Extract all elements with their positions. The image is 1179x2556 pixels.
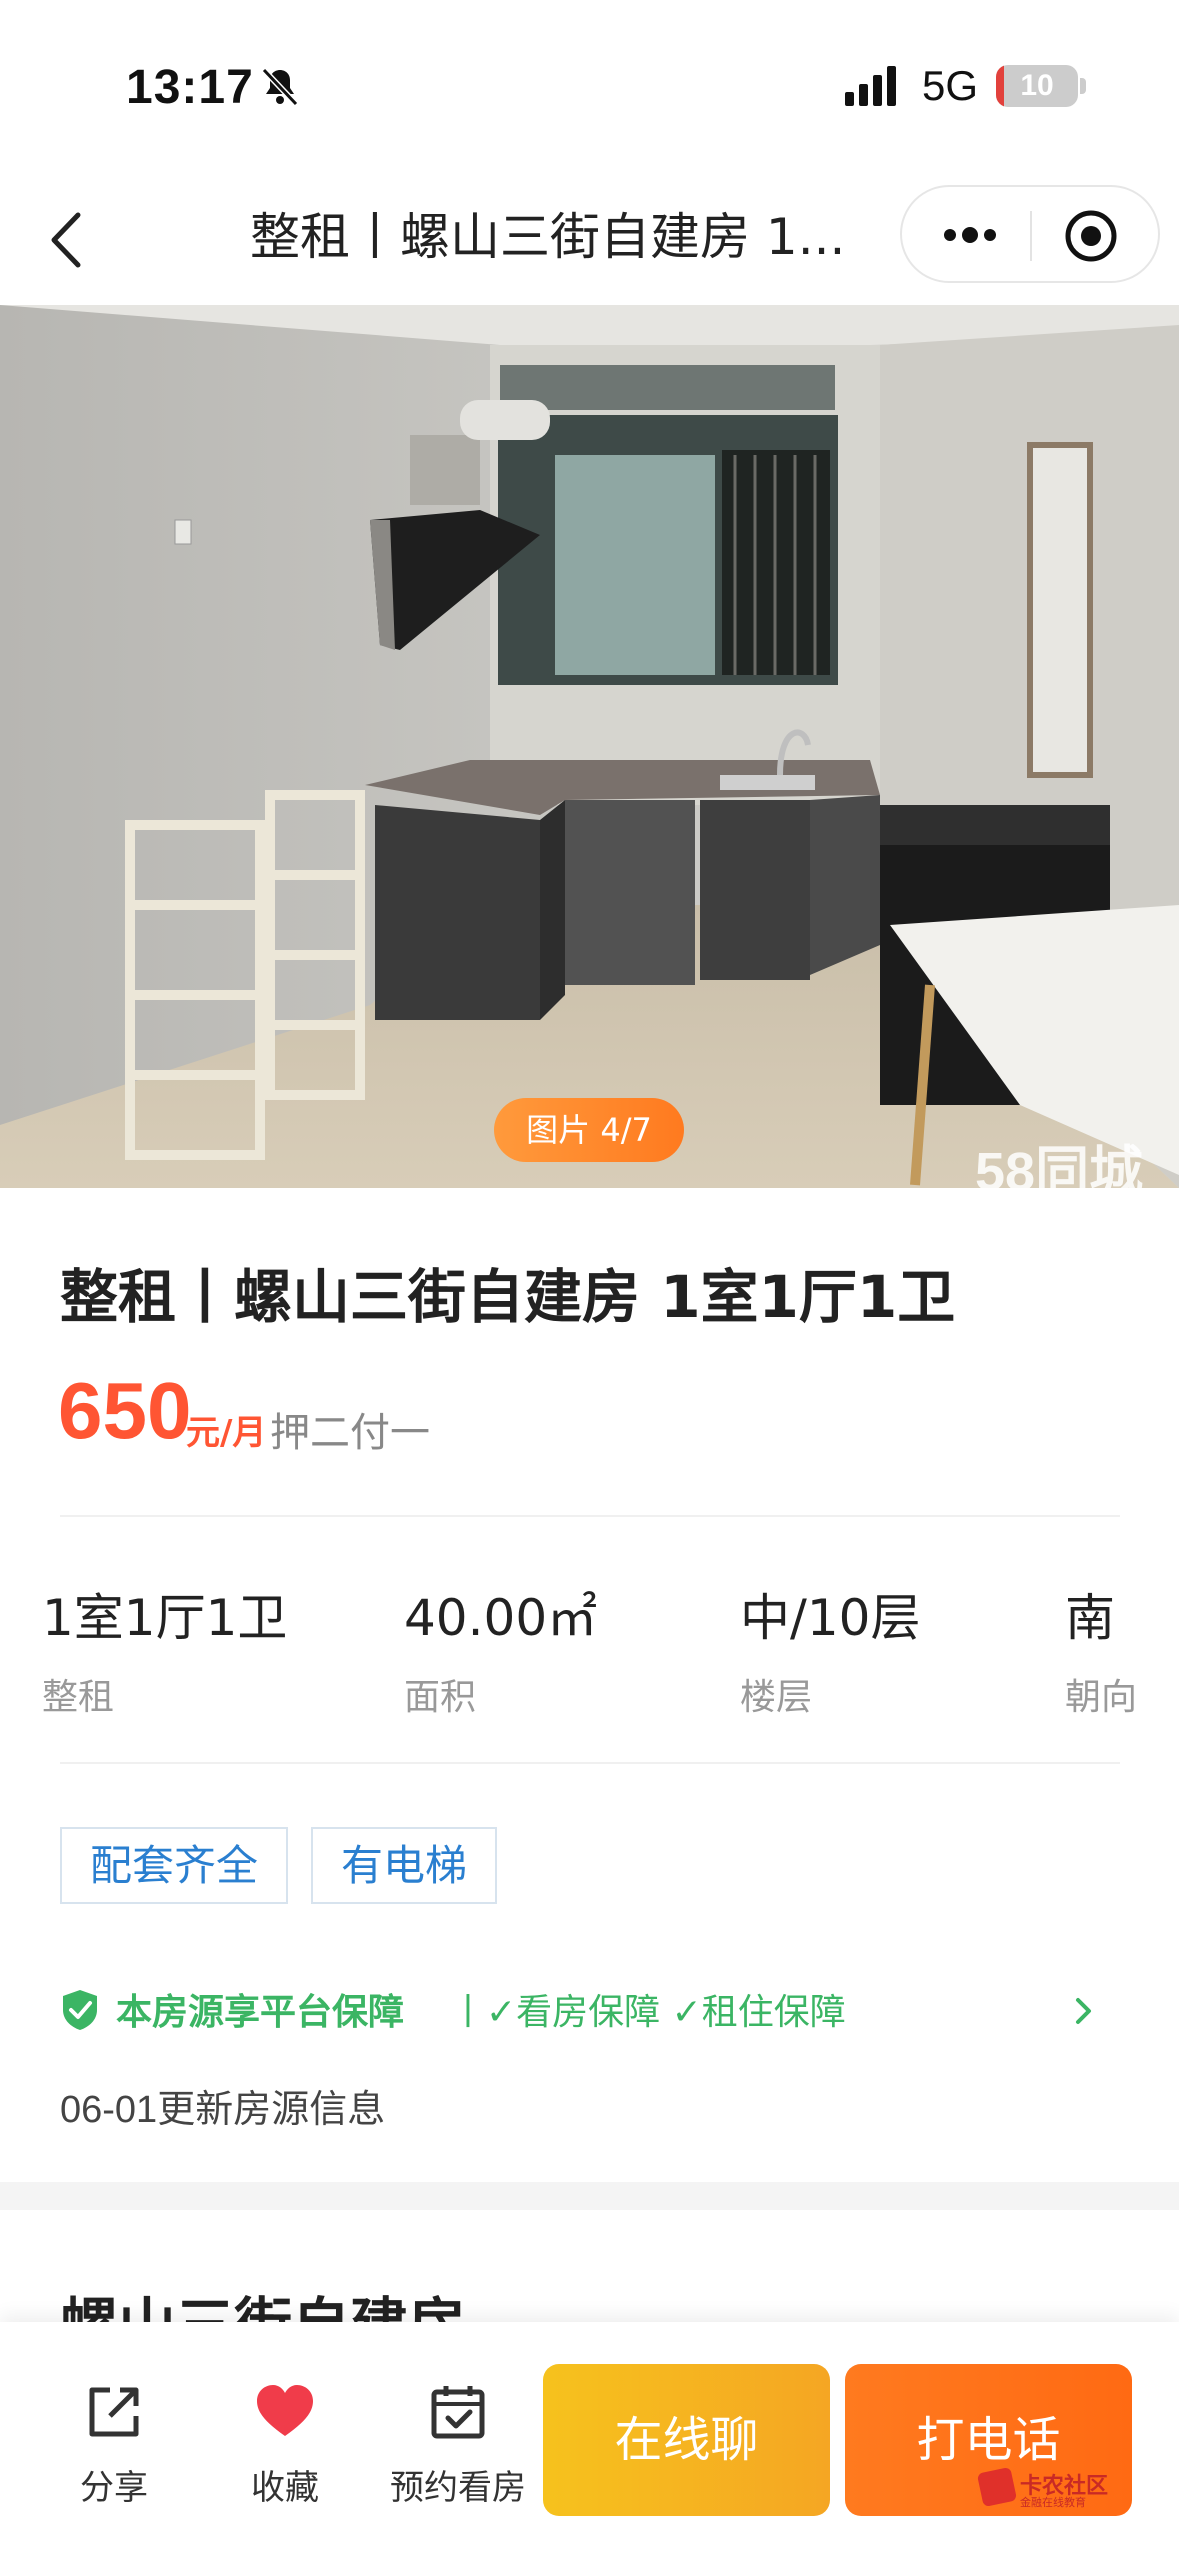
chevron-right-icon — [1076, 1998, 1091, 2024]
bell-muted-icon — [261, 67, 299, 107]
stat-value: 南 — [1065, 1589, 1115, 1647]
back-chevron-icon[interactable] — [40, 205, 100, 275]
price-unit: 元/月 — [186, 1413, 267, 1453]
mini-program-capsule — [900, 185, 1160, 283]
chat-online-button[interactable]: 在线聊 — [543, 2364, 830, 2516]
nav-title: 整租丨螺山三街自建房 1... — [250, 208, 846, 266]
shield-check-icon — [63, 1990, 97, 2030]
stat-orientation: 南 朝向 — [1065, 1578, 1137, 1720]
stat-area: 40.00㎡ 面积 — [404, 1578, 597, 1720]
more-dots-icon[interactable] — [940, 213, 1000, 257]
heart-icon — [257, 2385, 313, 2436]
logo-subtext: 金融在线教育 — [1020, 2496, 1086, 2509]
status-bar: 13:17 5G 10 — [0, 0, 1179, 160]
kitchen-photo-image — [0, 305, 1179, 1188]
divider — [60, 1515, 1120, 1517]
bottom-action-bar: 分享 收藏 预约看房 在线聊 打电话 — [0, 2322, 1179, 2556]
close-target-icon[interactable] — [1064, 209, 1118, 263]
brand-watermark: 58同城 — [975, 1142, 1144, 1188]
stat-floor: 中/10层 楼层 — [740, 1578, 920, 1720]
guarantee-items: 丨✓看房保障 ✓租住保障 — [450, 1992, 846, 2033]
book-viewing-label: 预约看房 — [390, 2468, 526, 2508]
divider — [60, 1762, 1120, 1764]
capsule-divider — [1030, 211, 1032, 261]
signal-icon — [845, 66, 896, 106]
platform-guarantee-row[interactable]: 本房源享平台保障 丨✓看房保障 ✓租住保障 — [60, 1978, 1120, 2038]
stat-label: 朝向 — [1065, 1677, 1138, 1718]
share-button[interactable]: 分享 — [80, 2382, 148, 2509]
nav-bar: 整租丨螺山三街自建房 1... — [0, 175, 1179, 305]
stat-label: 楼层 — [740, 1677, 813, 1718]
corner-brand-logo: 卡农社区 金融在线教育 — [976, 2466, 1160, 2512]
section-separator — [0, 2182, 1179, 2210]
listing-price: 650 — [58, 1366, 192, 1455]
stat-value: 1室1厅1卫 — [42, 1589, 288, 1647]
book-viewing-button[interactable]: 预约看房 — [390, 2382, 526, 2509]
logo-mark-icon — [976, 2466, 1018, 2508]
photo-counter: 图片 4/7 — [494, 1098, 684, 1162]
status-time: 13:17 — [126, 61, 254, 114]
stat-value: 中/10层 — [740, 1589, 921, 1647]
feature-tag: 有电梯 — [311, 1827, 498, 1904]
share-icon — [89, 2387, 139, 2437]
listing-photo[interactable]: 图片 4/7 58同城 — [0, 305, 1179, 1188]
payment-terms: 押二付一 — [270, 1410, 430, 1456]
stat-value: 40.00㎡ — [404, 1589, 598, 1647]
favorite-label: 收藏 — [251, 2468, 319, 2508]
battery-level: 10 — [1020, 69, 1054, 102]
listing-title: 整租丨螺山三街自建房 1室1厅1卫 — [60, 1263, 956, 1331]
stat-layout: 1室1厅1卫 整租 — [42, 1578, 287, 1720]
calendar-check-icon — [431, 2386, 485, 2439]
network-type: 5G — [922, 62, 979, 109]
battery-cap — [1080, 78, 1086, 94]
share-label: 分享 — [80, 2468, 148, 2508]
stat-label: 整租 — [42, 1677, 115, 1718]
guarantee-title: 本房源享平台保障 — [116, 1992, 405, 2033]
favorite-button[interactable]: 收藏 — [251, 2382, 319, 2509]
feature-tag: 配套齐全 — [60, 1827, 289, 1904]
update-info: 06-01更新房源信息 — [60, 2089, 386, 2131]
battery-icon: 10 — [996, 65, 1078, 107]
stat-label: 面积 — [404, 1677, 477, 1718]
